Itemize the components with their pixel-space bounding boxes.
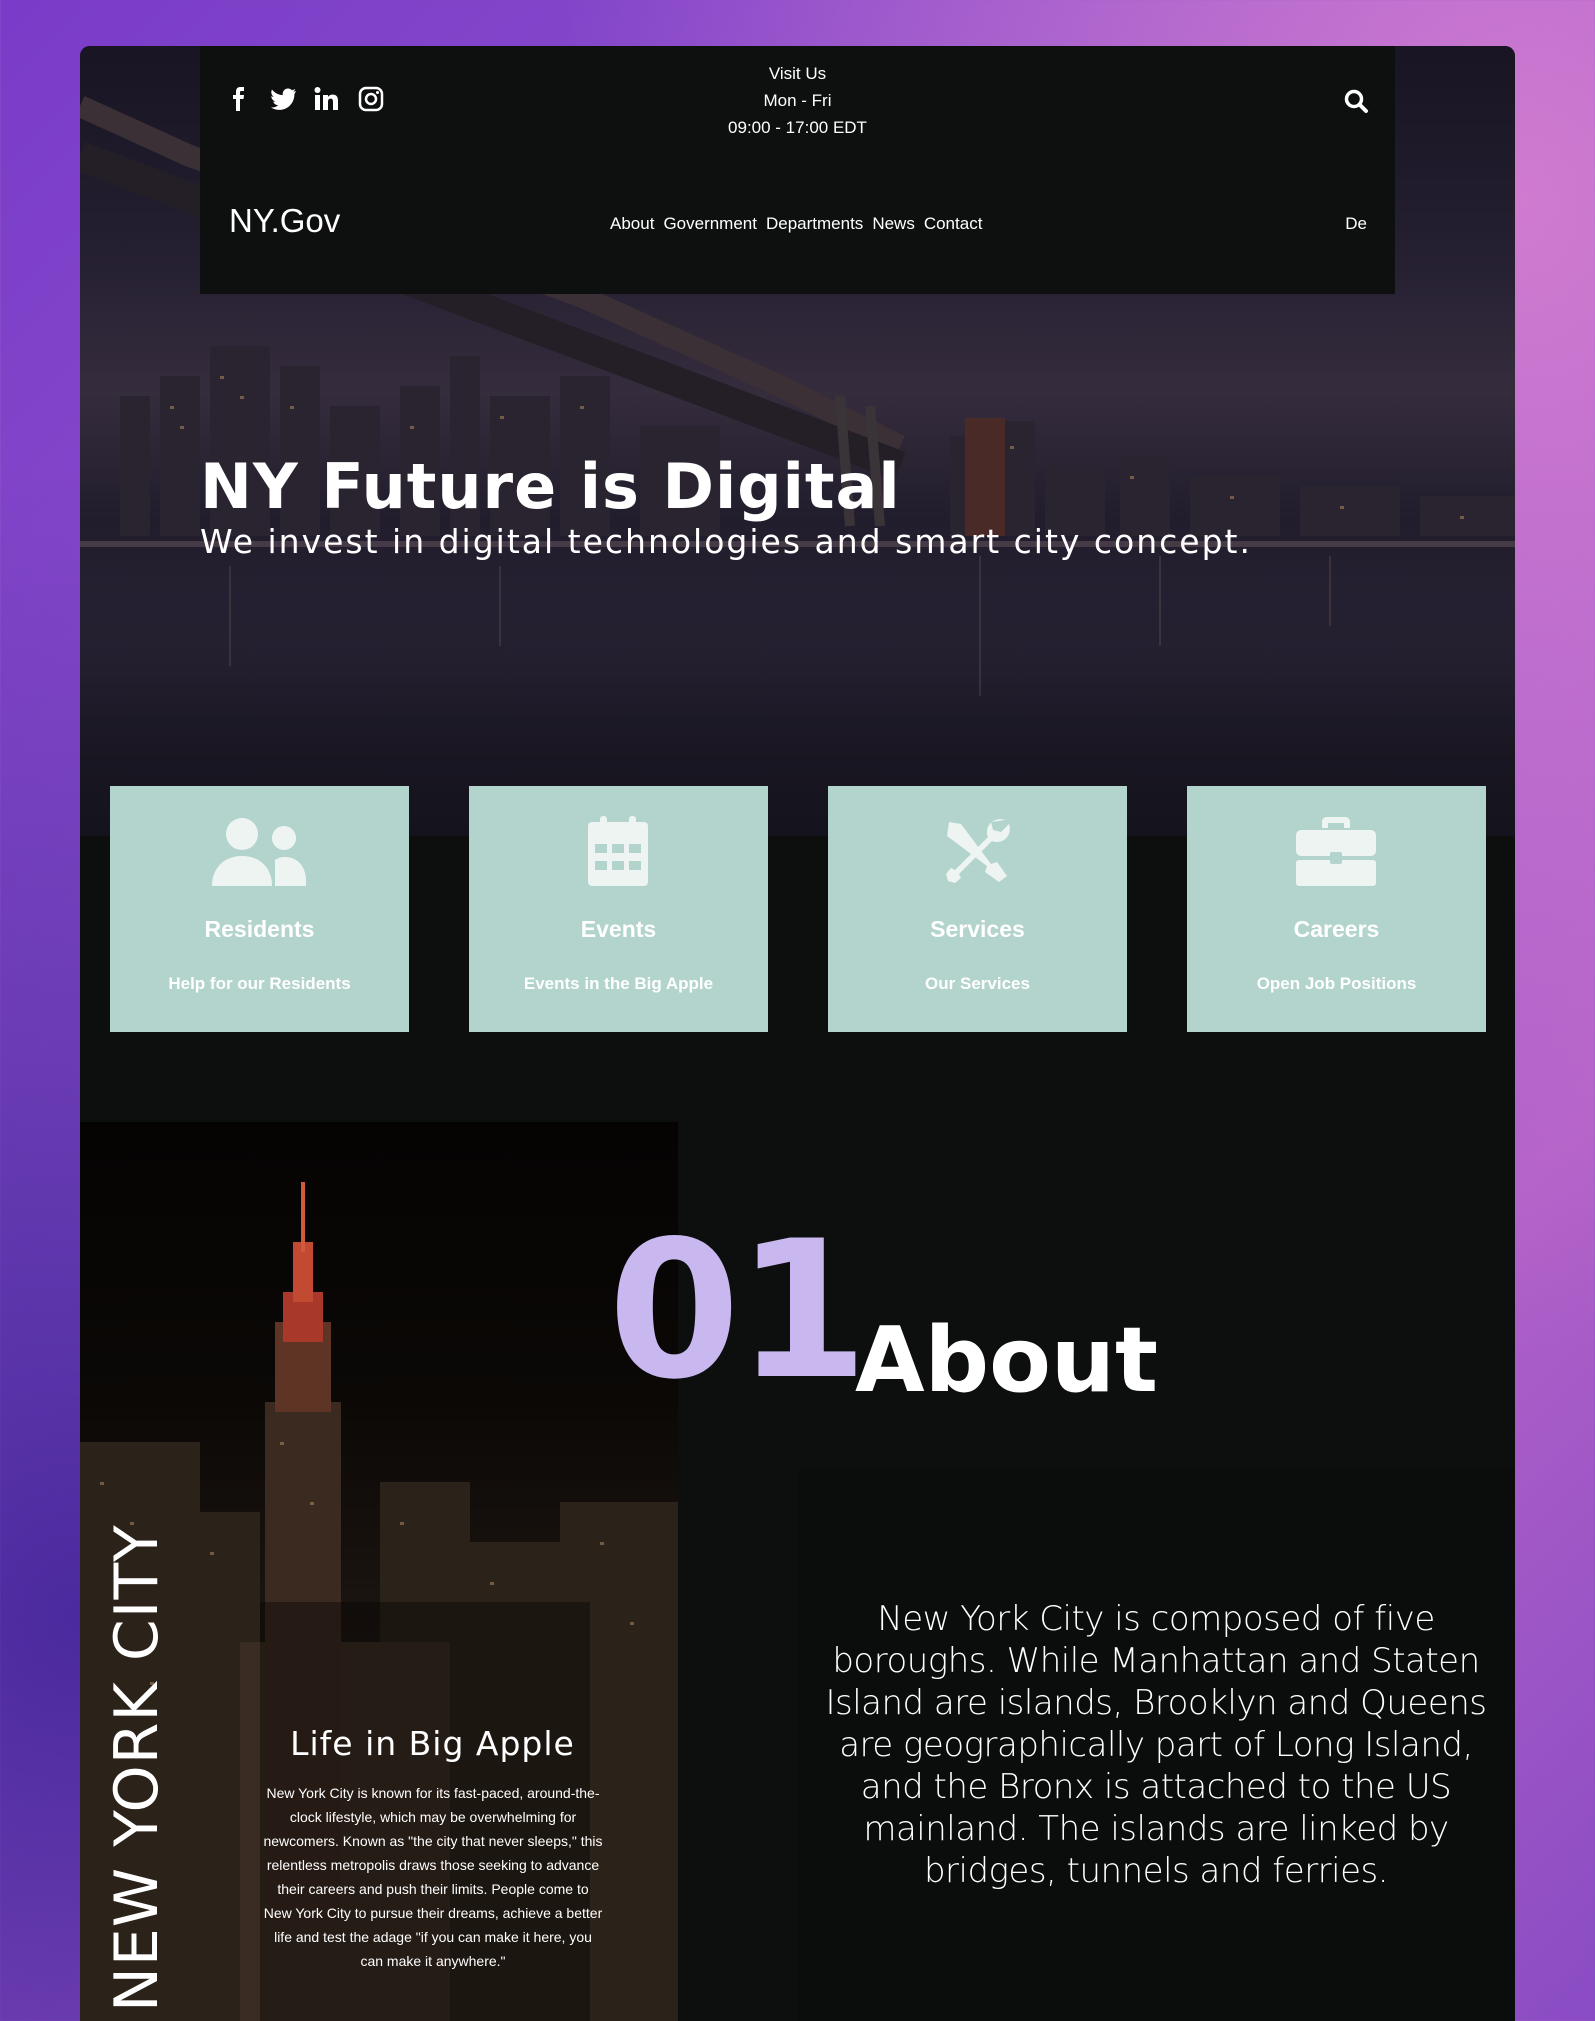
nav-contact[interactable]: Contact bbox=[924, 214, 983, 234]
card-services[interactable]: Services Our Services bbox=[828, 786, 1127, 1032]
visit-time: 09:00 - 17:00 EDT bbox=[728, 118, 867, 137]
card-title: Residents bbox=[204, 916, 315, 942]
card-subtitle: Our Services bbox=[925, 974, 1030, 993]
nav-government[interactable]: Government bbox=[663, 214, 757, 234]
life-title: Life in Big Apple bbox=[290, 1724, 575, 1763]
language-switch[interactable]: De bbox=[1345, 214, 1367, 234]
life-text: New York City is known for its fast-pace… bbox=[263, 1785, 603, 1969]
hero-subtitle: We invest in digital technologies and sm… bbox=[200, 522, 1252, 561]
page-frame: Visit Us Mon - Fri 09:00 - 17:00 EDT NY.… bbox=[80, 46, 1515, 2021]
section-title: About bbox=[855, 1308, 1159, 1413]
hero-section: Visit Us Mon - Fri 09:00 - 17:00 EDT NY.… bbox=[80, 46, 1515, 836]
briefcase-icon bbox=[1286, 816, 1386, 888]
quick-links: Residents Help for our Residents Events … bbox=[110, 786, 1486, 1032]
section-number: 01 bbox=[608, 1200, 868, 1421]
calendar-icon bbox=[568, 816, 668, 888]
section-side-label: NEW YORK CITY bbox=[102, 1524, 172, 2012]
search-icon[interactable] bbox=[1343, 88, 1369, 114]
card-events[interactable]: Events Events in the Big Apple bbox=[469, 786, 768, 1032]
about-body: New York City is composed of five boroug… bbox=[825, 1599, 1487, 1891]
main-nav: About Government Departments News Contac… bbox=[610, 214, 982, 234]
top-header: Visit Us Mon - Fri 09:00 - 17:00 EDT NY.… bbox=[200, 46, 1395, 294]
visit-hours: Visit Us Mon - Fri 09:00 - 17:00 EDT bbox=[200, 60, 1395, 141]
card-title: Events bbox=[580, 916, 657, 942]
visit-days: Mon - Fri bbox=[763, 91, 832, 110]
card-title: Careers bbox=[1293, 916, 1380, 942]
nav-departments[interactable]: Departments bbox=[766, 214, 863, 234]
hero-title: NY Future is Digital bbox=[200, 450, 901, 523]
card-subtitle: Events in the Big Apple bbox=[523, 974, 714, 993]
card-subtitle: Help for our Residents bbox=[168, 974, 351, 993]
card-subtitle: Open Job Positions bbox=[1256, 974, 1417, 993]
card-title: Services bbox=[930, 916, 1025, 942]
tools-icon bbox=[927, 816, 1027, 888]
site-logo[interactable]: NY.Gov bbox=[229, 202, 340, 240]
visit-label: Visit Us bbox=[768, 64, 827, 83]
users-icon bbox=[209, 816, 309, 888]
card-residents[interactable]: Residents Help for our Residents bbox=[110, 786, 409, 1032]
nav-news[interactable]: News bbox=[872, 214, 915, 234]
nav-about[interactable]: About bbox=[610, 214, 654, 234]
card-careers[interactable]: Careers Open Job Positions bbox=[1187, 786, 1486, 1032]
